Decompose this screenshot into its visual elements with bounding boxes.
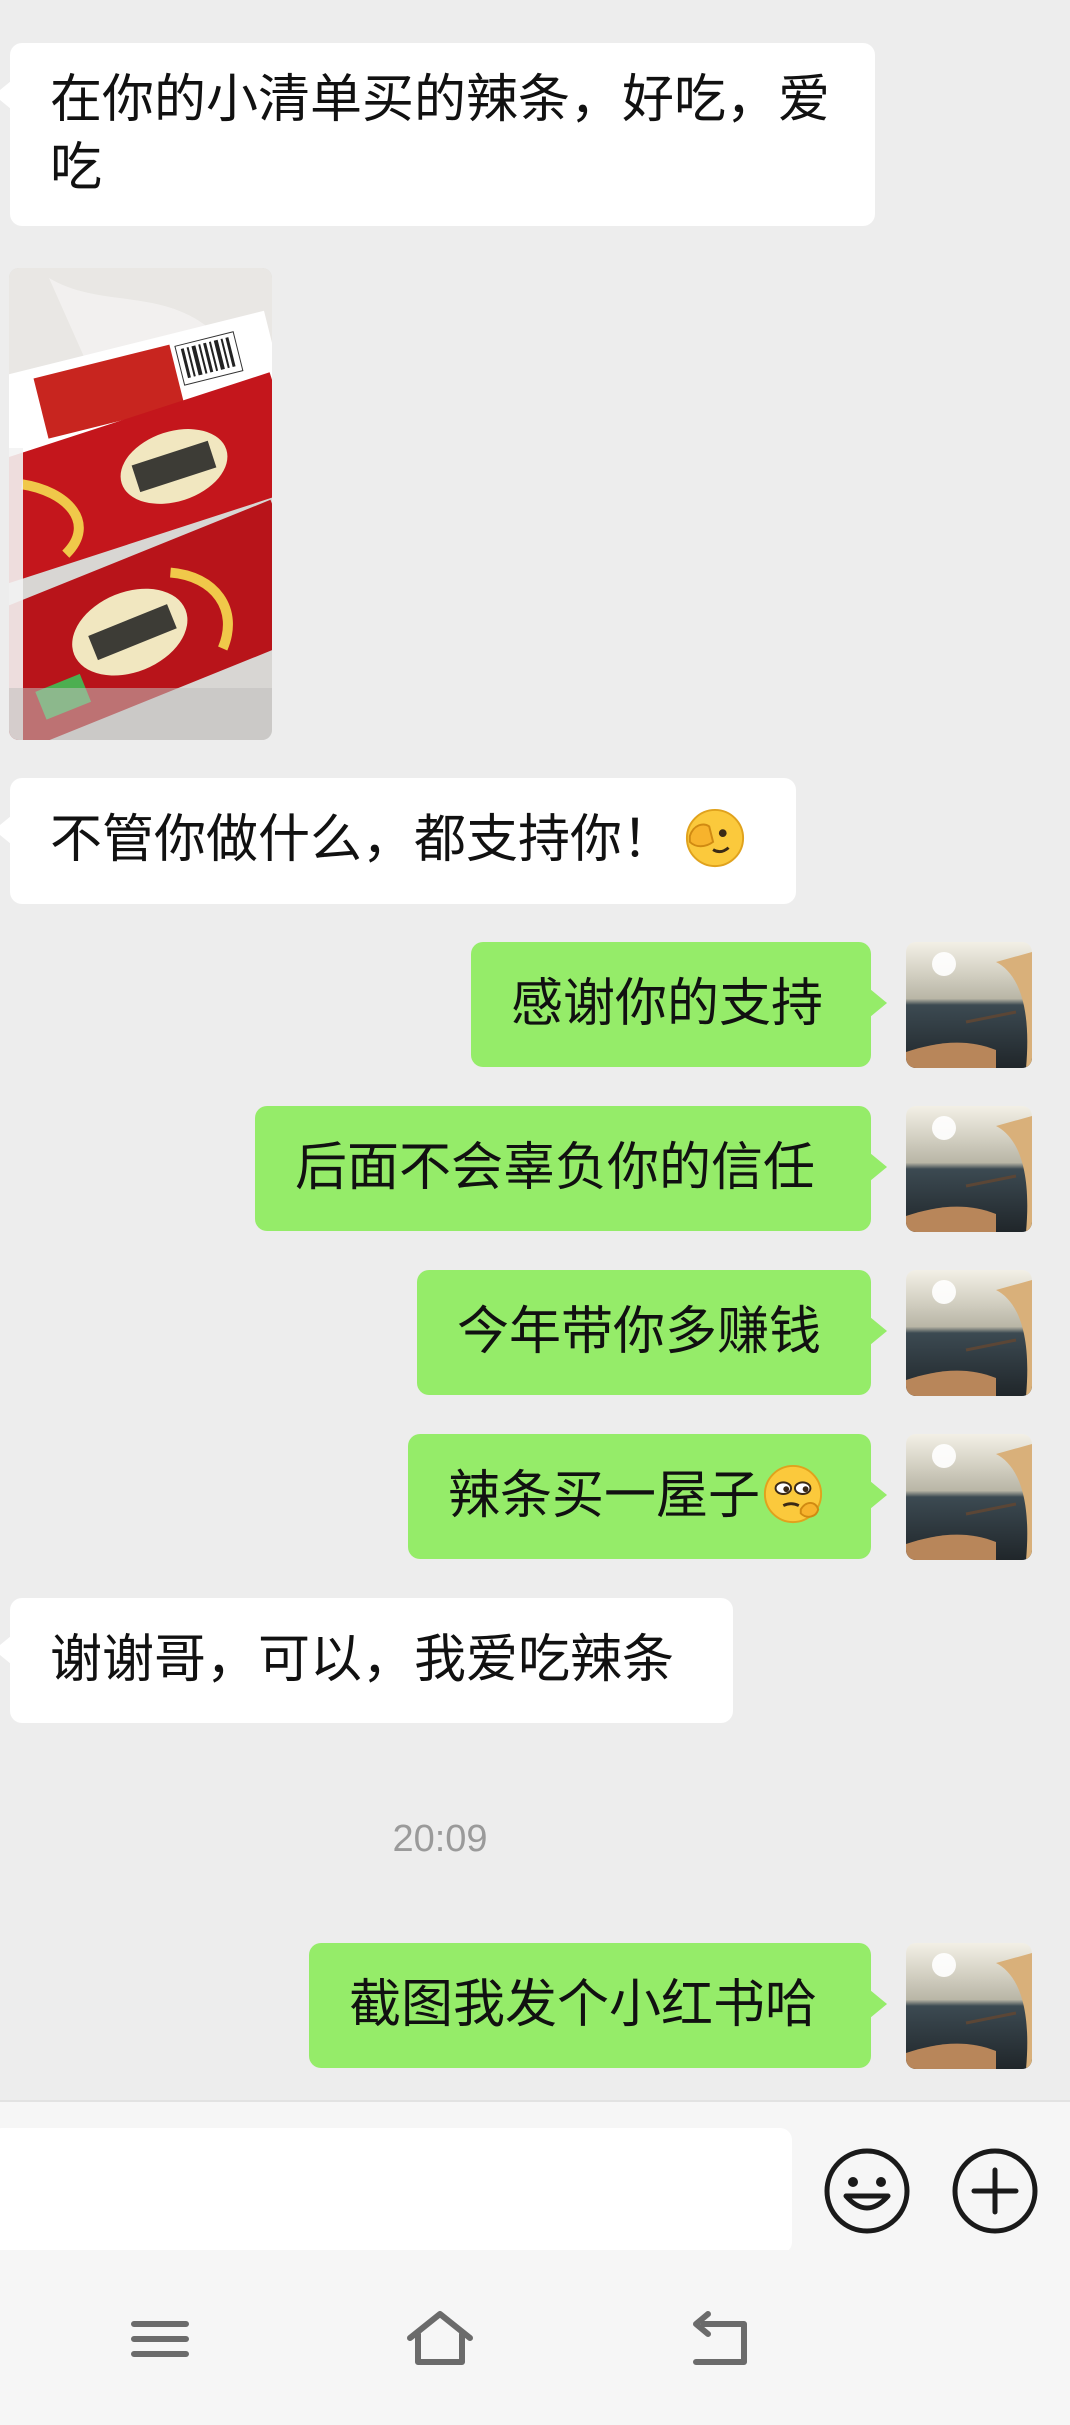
incoming-message-bubble[interactable]: 谢谢哥，可以，我爱吃辣条 (0, 1598, 733, 1723)
message-text: 感谢你的支持 (511, 974, 824, 1034)
home-icon[interactable] (402, 2308, 478, 2370)
message-text: 谢谢哥，可以，我爱吃辣条 (50, 1630, 675, 1690)
outgoing-message-bubble[interactable]: 今年带你多赚钱 (417, 1270, 887, 1395)
menu-icon[interactable] (122, 2308, 198, 2370)
outgoing-message-bubble[interactable]: 感谢你的支持 (471, 942, 887, 1067)
avatar[interactable] (906, 1270, 1032, 1396)
outgoing-message-bubble[interactable]: 辣条买一屋子 (408, 1434, 887, 1559)
chat-screen: 在你的小清单买的辣条，好吃，爱吃 不管你做什么，都支持你！ 感谢你的支持 后面不… (0, 0, 1070, 2425)
incoming-message-bubble[interactable]: 不管你做什么，都支持你！ (0, 778, 796, 904)
spicy-strip-snack-photo (9, 268, 272, 740)
incoming-message-bubble[interactable]: 在你的小清单买的辣条，好吃，爱吃 (0, 43, 875, 226)
back-icon[interactable] (682, 2308, 758, 2370)
message-timestamp: 20:09 (392, 1818, 488, 1860)
avatar[interactable] (906, 1106, 1032, 1232)
message-text: 在你的小清单买的辣条，好吃，爱吃 (50, 70, 831, 198)
smiley-face-icon[interactable] (822, 2146, 912, 2236)
smirk-emoji (763, 1464, 823, 1524)
outgoing-message-bubble[interactable]: 后面不会辜负你的信任 (255, 1106, 887, 1231)
outgoing-message-bubble[interactable]: 截图我发个小红书哈 (309, 1943, 887, 2068)
system-nav-bar (0, 2250, 1070, 2425)
avatar[interactable] (906, 942, 1032, 1068)
message-text: 截图我发个小红书哈 (349, 1975, 818, 2035)
avatar[interactable] (906, 1434, 1032, 1560)
message-input[interactable] (0, 2128, 792, 2254)
face-peeking-emoji (685, 808, 745, 868)
input-bar (0, 2100, 1070, 2254)
plus-circle-icon[interactable] (950, 2146, 1040, 2236)
avatar[interactable] (906, 1943, 1032, 2069)
message-text: 今年带你多赚钱 (457, 1302, 822, 1362)
incoming-image-message[interactable] (9, 268, 272, 740)
message-text: 不管你做什么，都支持你！ (50, 810, 675, 870)
message-list[interactable]: 在你的小清单买的辣条，好吃，爱吃 不管你做什么，都支持你！ 感谢你的支持 后面不… (0, 0, 1070, 2100)
message-text: 后面不会辜负你的信任 (295, 1138, 816, 1198)
message-text: 辣条买一屋子 (448, 1466, 761, 1526)
